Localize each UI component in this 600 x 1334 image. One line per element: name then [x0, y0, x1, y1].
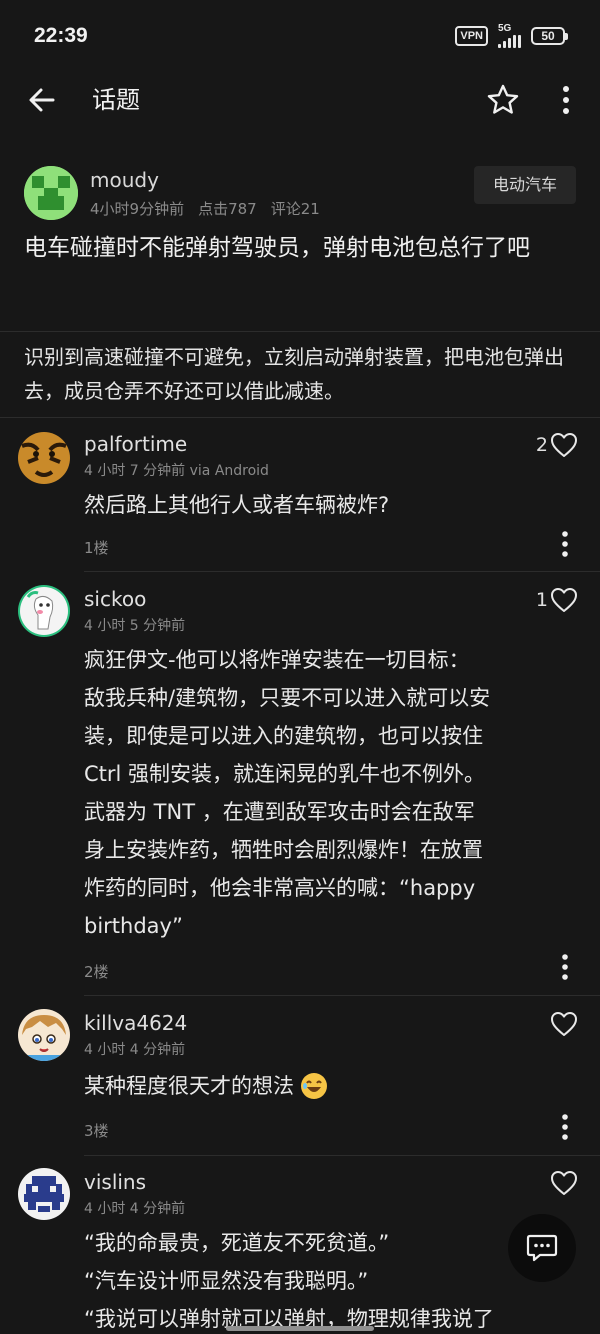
heart-icon [551, 588, 577, 612]
comment-floor: 3楼 [84, 1122, 109, 1140]
avatar[interactable] [18, 432, 70, 484]
battery-icon: 50 [531, 27, 568, 45]
more-vertical-icon[interactable] [552, 84, 580, 116]
like-button[interactable]: 2 [536, 432, 578, 458]
comment-author[interactable]: sickoo [84, 587, 146, 611]
comment-author[interactable]: vislins [84, 1170, 146, 1194]
laughing-emoji-icon [301, 1073, 327, 1099]
divider [84, 1155, 600, 1156]
divider [84, 571, 600, 572]
comment-floor: 1楼 [84, 539, 109, 557]
comment-icon [526, 1234, 558, 1262]
status-icons: VPN 5G 50 [455, 24, 568, 48]
like-count: 2 [535, 434, 548, 456]
more-vertical-icon[interactable] [556, 953, 574, 981]
comment-author[interactable]: palfortime [84, 432, 187, 456]
heart-icon [551, 433, 577, 457]
divider [84, 995, 600, 996]
post-meta: 4小时9分钟前 点击787 评论21 [90, 198, 334, 219]
comment-floor: 2楼 [84, 963, 109, 981]
status-bar: 22:39 VPN 5G 50 [0, 0, 600, 72]
post-views: 点击787 [198, 200, 257, 218]
avatar[interactable] [18, 1168, 70, 1220]
like-count: 1 [535, 589, 548, 611]
comment-meta: 4 小时 4 分钟前 [84, 1201, 186, 1217]
status-time: 22:39 [34, 24, 88, 47]
more-vertical-icon[interactable] [556, 1113, 574, 1141]
comment-text: 疯狂伊文-他可以将炸弹安装在一切目标： 敌我兵种/建筑物，只要不可以进入就可以安… [84, 648, 491, 938]
divider [0, 331, 600, 332]
comment-meta: 4 小时 7 分钟前 via Android [84, 463, 269, 479]
post-title: 电车碰撞时不能弹射驾驶员，弹射电池包总行了吧 [24, 235, 530, 261]
comment-author[interactable]: killva4624 [84, 1011, 187, 1035]
comment-meta: 4 小时 5 分钟前 [84, 618, 186, 634]
heart-icon [551, 1171, 577, 1195]
heart-icon [551, 1012, 577, 1036]
avatar[interactable] [18, 1009, 70, 1061]
home-indicator[interactable] [226, 1326, 374, 1331]
star-icon[interactable] [486, 83, 520, 117]
network-type: 5G [498, 23, 512, 34]
avatar[interactable] [24, 166, 78, 220]
vpn-badge: VPN [455, 26, 488, 46]
battery-level: 50 [531, 27, 565, 45]
page-title: 话题 [92, 86, 140, 114]
post-author[interactable]: moudy [90, 168, 159, 192]
comment-meta: 4 小时 4 分钟前 [84, 1042, 186, 1058]
divider [0, 417, 600, 418]
category-tag[interactable]: 电动汽车 [474, 166, 576, 204]
post-body: 识别到高速碰撞不可避免，立刻启动弹射装置，把电池包弹出去，成员仓弄不好还可以借此… [24, 345, 564, 403]
more-vertical-icon[interactable] [556, 530, 574, 558]
app-header: 话题 [0, 72, 600, 128]
like-button[interactable]: 1 [536, 587, 578, 613]
post-comment-count: 评论21 [270, 200, 320, 218]
write-comment-button[interactable] [508, 1214, 576, 1282]
avatar[interactable] [18, 585, 70, 637]
back-arrow-icon[interactable] [26, 84, 58, 116]
like-button[interactable] [548, 1170, 578, 1196]
signal-icon: 5G [498, 24, 521, 48]
post-time: 4小时9分钟前 [90, 200, 185, 218]
comment-text: 某种程度很天才的想法 [84, 1067, 560, 1105]
like-button[interactable] [548, 1011, 578, 1037]
comment-text: 然后路上其他行人或者车辆被炸? [84, 493, 390, 517]
